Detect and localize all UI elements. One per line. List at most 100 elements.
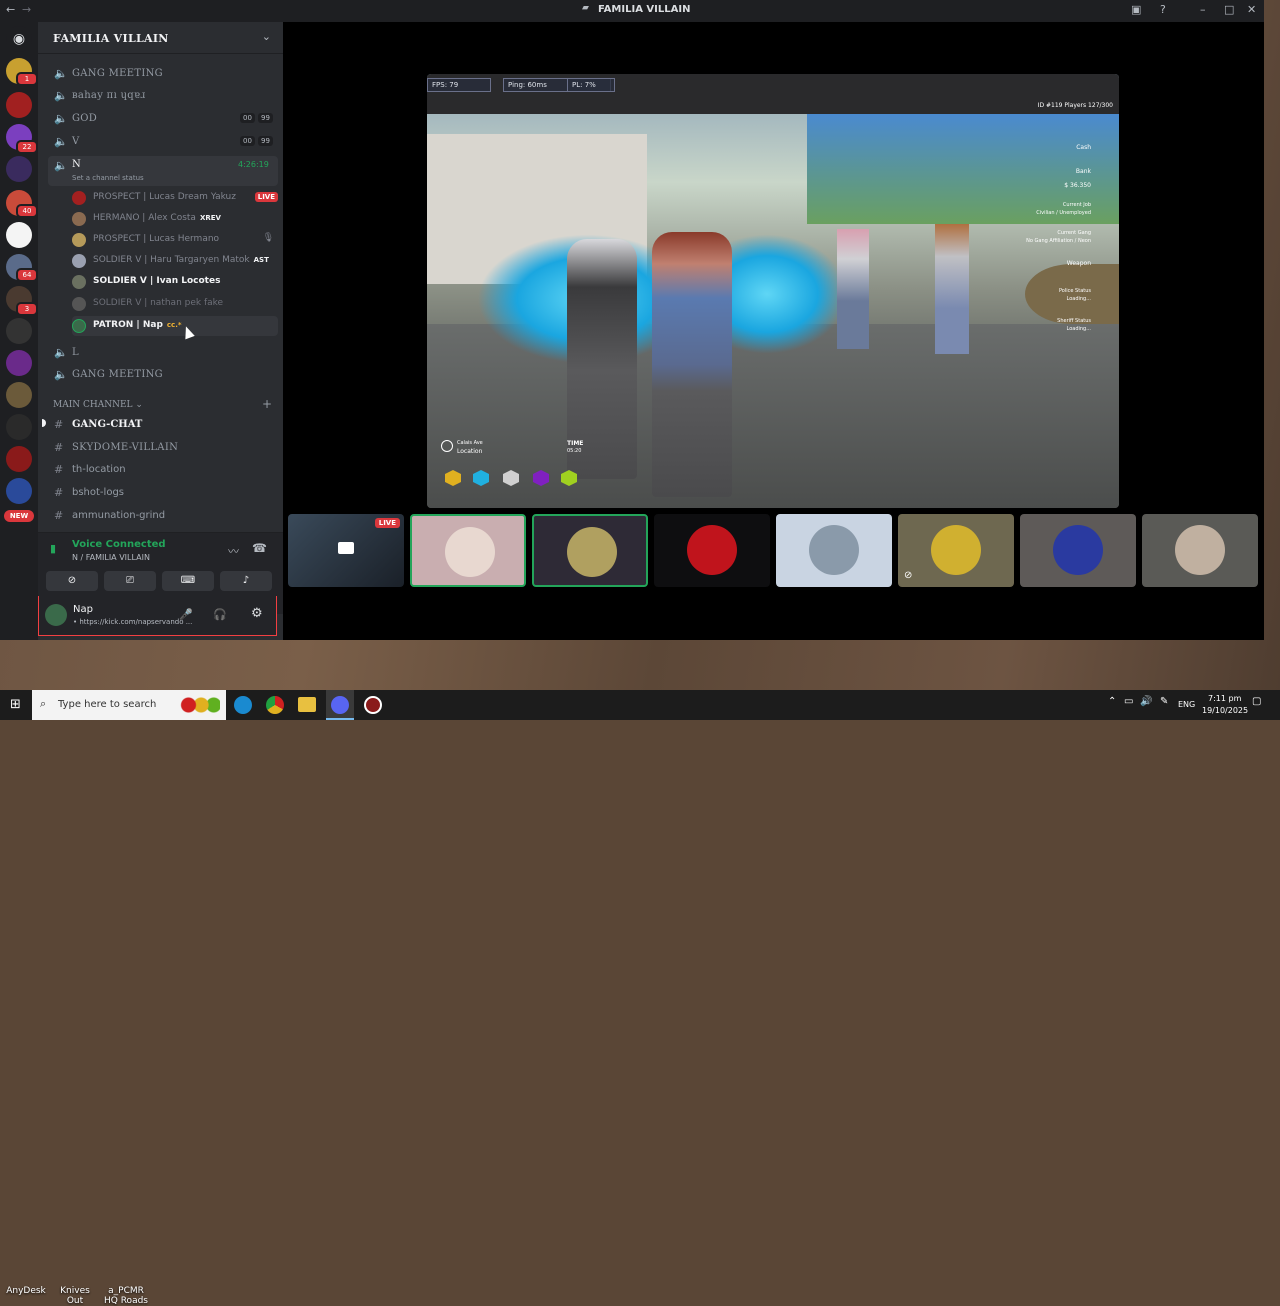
settings-gear-icon[interactable]: ⚙ [251, 606, 263, 621]
desktop-icon-anydesk[interactable]: AnyDesk [6, 1286, 46, 1296]
add-channel-icon[interactable]: + [262, 397, 272, 411]
participant-tile[interactable] [776, 514, 892, 587]
inbox-icon[interactable]: ▣ [1131, 3, 1141, 16]
noise-suppression-icon[interactable]: 〰 [228, 543, 239, 559]
participant-tile-stream[interactable]: LIVE [288, 514, 404, 587]
text-channel-skydome[interactable]: # SKYDOME-VILLAIN [48, 438, 278, 458]
desktop-icon-pcmr[interactable]: a_PCMR HQ Roads [100, 1286, 152, 1306]
network-icon[interactable]: ▭ [1124, 696, 1133, 707]
chrome-icon[interactable] [266, 696, 284, 714]
headphones-icon[interactable]: 🎧 [213, 608, 227, 621]
voice-channel-gang-meeting-2[interactable]: 🔈 GANG MEETING [48, 365, 278, 385]
language-indicator[interactable]: ENG [1178, 700, 1195, 709]
voice-connected-subtitle[interactable]: N / FAMILIA VILLAIN [72, 553, 150, 562]
participant-tile[interactable] [1142, 514, 1258, 587]
voice-member[interactable]: PROSPECT | Lucas Hermano 🎙 [72, 230, 278, 250]
text-channel-ammunation[interactable]: # ammunation-grind [48, 506, 278, 526]
file-explorer-icon[interactable] [298, 697, 316, 712]
server-icon-10[interactable] [6, 350, 32, 376]
server-icon-4[interactable] [6, 156, 32, 182]
hud-packet-loss: PL: 7% [567, 78, 615, 92]
forward-arrow-icon[interactable]: → [22, 3, 31, 16]
server-icon-9[interactable] [6, 318, 32, 344]
compass-icon [441, 440, 453, 452]
help-icon[interactable]: ? [1160, 3, 1166, 16]
member-name: HERMANO | Alex Costa [93, 213, 196, 223]
activities-button[interactable]: ⌨ [162, 571, 214, 591]
desktop-icon-knives-out[interactable]: Knives Out [52, 1286, 98, 1306]
voice-channel-v[interactable]: 🔈 V 00 99 [48, 132, 278, 152]
discord-home-icon[interactable]: ◉ [6, 26, 32, 52]
disconnect-icon[interactable]: ☎ [252, 541, 267, 555]
volume-icon[interactable]: 🔊 [1140, 696, 1152, 707]
hud-location: Location [457, 448, 483, 455]
tray-overflow-icon[interactable]: ⌃ [1108, 696, 1116, 707]
stream-video[interactable]: FPS: 79 Ping: 60ms PL: 7% ID #119 Player… [427, 74, 1119, 508]
screen-share-button[interactable]: ⎚ [104, 571, 156, 591]
server-icon-11[interactable] [6, 382, 32, 408]
scene-npc-2 [935, 224, 969, 354]
windows-start-icon[interactable]: ⊞ [10, 697, 21, 712]
voice-member[interactable]: SOLDIER V | nathan pek fake [72, 294, 278, 314]
camera-button[interactable]: ⊘ [46, 571, 98, 591]
user-limit: 99 [258, 136, 273, 146]
hash-icon: # [54, 418, 64, 431]
participant-tile[interactable]: ⊘ [898, 514, 1014, 587]
user-count: 00 [240, 113, 255, 123]
hud-cash: Cash [1076, 144, 1091, 151]
notifications-icon[interactable]: ▢ [1252, 696, 1261, 707]
hud-police-value: Loading... [1066, 296, 1092, 302]
hud-job-label: Current Job [1062, 202, 1091, 208]
text-channel-bshot-logs[interactable]: # bshot-logs [48, 483, 278, 503]
voice-member[interactable]: PROSPECT | Lucas Dream Yakuz LIVE [72, 188, 278, 208]
signal-icon: ▮ [50, 542, 57, 555]
participant-tile-speaking[interactable] [410, 514, 526, 587]
channel-status-prompt[interactable]: Set a channel status [72, 174, 144, 182]
voice-member[interactable]: SOLDIER V | Ivan Locotes [72, 272, 278, 292]
voice-channel-gang-meeting[interactable]: 🔈 GANG MEETING [48, 64, 278, 84]
live-badge: LIVE [374, 518, 400, 528]
taskbar-search[interactable]: ⌕ Type here to search [32, 690, 226, 720]
live-badge: LIVE [254, 192, 278, 202]
voice-connected-title[interactable]: Voice Connected [72, 539, 166, 550]
close-icon[interactable]: ✕ [1247, 3, 1256, 16]
participant-tile[interactable] [1020, 514, 1136, 587]
edge-icon[interactable] [234, 696, 252, 714]
voice-channel-god[interactable]: 🔈 GOD 00 99 [48, 109, 278, 129]
participant-tile[interactable] [654, 514, 770, 587]
muted-icon: 🎙 [262, 233, 274, 243]
voice-channel-l[interactable]: 🔈 L [48, 343, 278, 363]
username[interactable]: Nap [73, 604, 93, 615]
app-icon[interactable] [364, 696, 382, 714]
pen-icon[interactable]: ✎ [1160, 696, 1168, 707]
server-icon-6[interactable] [6, 222, 32, 248]
avatar[interactable] [45, 604, 67, 626]
soundboard-button[interactable]: ♪ [220, 571, 272, 591]
server-icon-2[interactable] [6, 92, 32, 118]
voice-member-self[interactable]: PATRON | Nap cc.* [72, 316, 278, 336]
participant-tile[interactable] [532, 514, 648, 587]
maximize-icon[interactable]: □ [1224, 3, 1234, 16]
server-icon-12[interactable] [6, 414, 32, 440]
voice-member[interactable]: HERMANO | Alex Costa XREV [72, 209, 278, 229]
user-count: 00 [240, 136, 255, 146]
user-limit: 99 [258, 113, 273, 123]
server-icon-14[interactable] [6, 478, 32, 504]
clock-date[interactable]: 19/10/2025 [1202, 706, 1248, 715]
text-channel-location[interactable]: # th-location [48, 460, 278, 480]
minimize-icon[interactable]: – [1200, 3, 1206, 16]
back-arrow-icon[interactable]: ← [6, 3, 15, 16]
speaker-icon: 🔈 [54, 89, 68, 102]
new-badge: NEW [4, 510, 34, 522]
category-main-channel[interactable]: MAIN CHANNEL ⌄ [53, 400, 143, 410]
guild-header[interactable]: FAMILIA VILLAIN ⌄ [38, 22, 283, 54]
microphone-icon[interactable]: 🎤 [179, 608, 193, 621]
taskbar: ⊞ ⌕ Type here to search ⌃ ▭ 🔊 ✎ ENG 7:11… [0, 690, 1280, 720]
voice-member[interactable]: SOLDIER V | Haru Targaryen Matok AST [72, 251, 278, 271]
server-icon-13[interactable] [6, 446, 32, 472]
clock-time[interactable]: 7:11 pm [1208, 694, 1241, 703]
text-channel-gang-chat[interactable]: # GANG-CHAT [42, 415, 278, 435]
discord-taskbar-icon[interactable] [326, 690, 354, 720]
hash-icon: # [54, 509, 64, 522]
voice-channel-2[interactable]: 🔈 ваhаy пı ɥqɐɹ [48, 86, 278, 106]
